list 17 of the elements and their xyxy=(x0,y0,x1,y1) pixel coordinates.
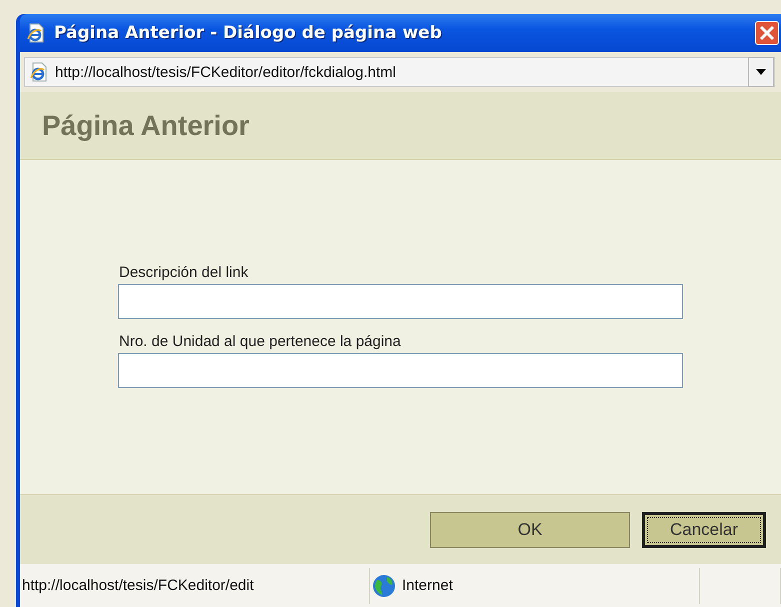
dialog-heading: Página Anterior xyxy=(42,110,250,142)
zone-label: Internet xyxy=(402,577,453,594)
field-label: Descripción del link xyxy=(118,264,250,283)
field-label: Nro. de Unidad al que pertenece la página xyxy=(118,333,402,352)
browser-icon xyxy=(26,23,46,43)
input-field[interactable] xyxy=(118,284,683,319)
dropdown-arrow-icon xyxy=(756,69,766,75)
input-field[interactable] xyxy=(118,353,683,388)
cancel-button[interactable]: Cancelar xyxy=(642,512,766,548)
globe-icon xyxy=(372,574,396,598)
close-button[interactable] xyxy=(755,21,779,45)
status-text: http://localhost/tesis/FCKeditor/edit xyxy=(22,577,254,594)
browser-icon xyxy=(29,62,49,82)
window-title: Página Anterior - Diálogo de página web xyxy=(54,23,443,43)
ok-button[interactable]: OK xyxy=(430,512,630,548)
address-field[interactable]: http://localhost/tesis/FCKeditor/editor/fckdialog.html xyxy=(24,57,775,87)
close-icon xyxy=(759,25,775,41)
